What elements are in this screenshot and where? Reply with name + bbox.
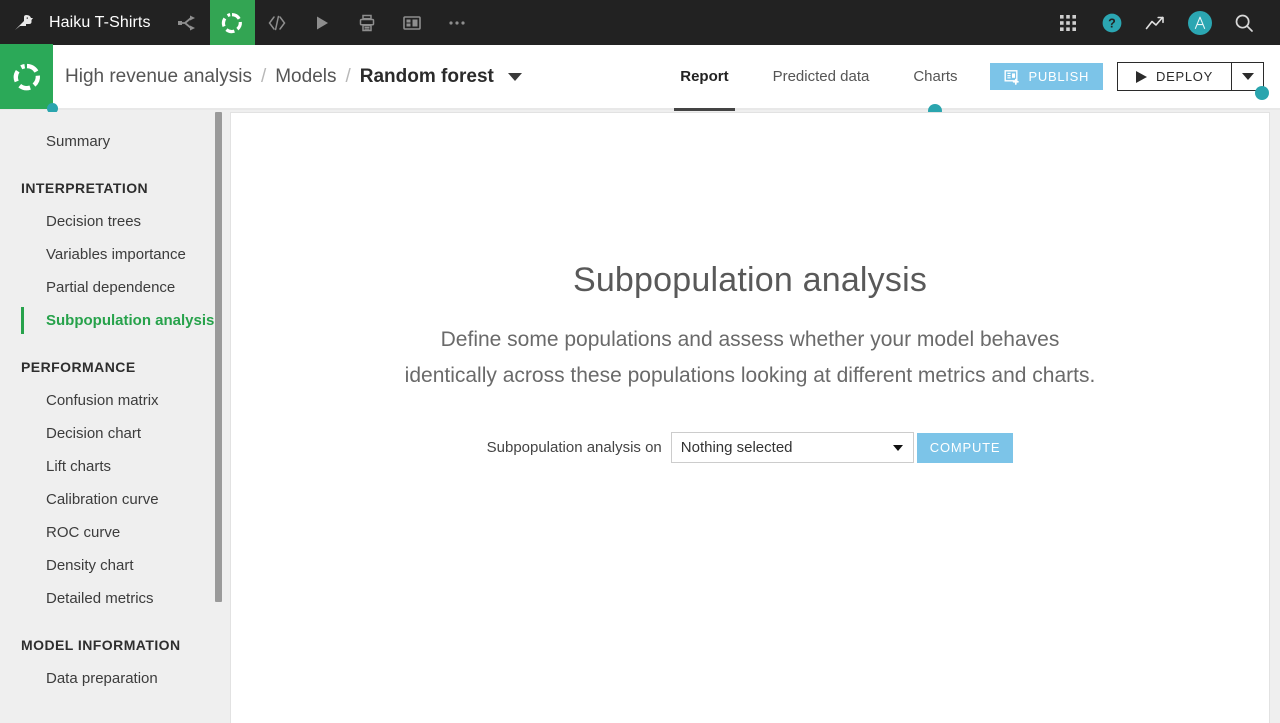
sidebar-item-detailed-metrics[interactable]: Detailed metrics	[0, 582, 215, 615]
tab-predicted-data-label: Predicted data	[772, 68, 870, 85]
project-name[interactable]: Haiku T-Shirts	[45, 14, 165, 32]
sidebar-section-interpretation: INTERPRETATION	[21, 180, 149, 196]
sidebar-item-confusion-matrix[interactable]: Confusion matrix	[0, 384, 215, 417]
compute-button[interactable]: COMPUTE	[916, 432, 1014, 463]
publish-button[interactable]: PUBLISH	[989, 63, 1104, 90]
lab-icon[interactable]	[209, 0, 255, 45]
sidebar-item-label: Partial dependence	[46, 279, 176, 296]
breadcrumb-project[interactable]: High revenue analysis	[65, 66, 252, 88]
avatar-circle	[1188, 10, 1212, 35]
sidebar-item-decision-trees[interactable]: Decision trees	[0, 205, 215, 238]
subpopulation-form: Subpopulation analysis on Nothing select…	[231, 432, 1269, 464]
sidebar-section-model-information: MODEL INFORMATION	[21, 637, 181, 653]
page-description: Define some populations and assess wheth…	[404, 328, 1096, 388]
play-icon	[1136, 70, 1148, 83]
breadcrumb-current: Random forest	[359, 65, 494, 87]
sidebar-item-lift-charts[interactable]: Lift charts	[0, 450, 215, 483]
search-icon[interactable]	[1222, 0, 1266, 45]
sidebar-item-label: Decision trees	[46, 213, 142, 230]
flow-icon[interactable]	[165, 0, 210, 45]
automation-icon[interactable]	[345, 0, 390, 45]
chevron-down-icon	[1241, 73, 1254, 80]
dss-circle-icon[interactable]	[0, 44, 58, 114]
deploy-button-group: DEPLOY	[1117, 62, 1269, 100]
tab-predicted-data[interactable]: Predicted data	[751, 44, 892, 109]
sidebar-item-summary[interactable]: Summary	[0, 125, 215, 158]
subpopulation-select-value: Nothing selected	[680, 439, 793, 457]
breadcrumb-models[interactable]: Models	[275, 66, 336, 88]
sidebar-item-variables-importance[interactable]: Variables importance	[0, 238, 215, 271]
sidebar-item-label: Lift charts	[46, 458, 112, 475]
topbar-left-group: Haiku T-Shirts	[0, 0, 480, 45]
sidebar-scrollbar-thumb[interactable]	[215, 112, 222, 602]
sidebar-item-label: Summary	[46, 133, 111, 150]
bird-logo-icon[interactable]	[0, 0, 45, 45]
subpopulation-hero: Subpopulation analysis Define some popul…	[231, 113, 1269, 464]
breadcrumb-bar: High revenue analysis / Models / Random …	[0, 44, 1280, 118]
sidebar-item-data-preparation[interactable]: Data preparation	[0, 662, 215, 695]
sidebar-item-label: Confusion matrix	[46, 392, 159, 409]
page-title: Subpopulation analysis	[572, 261, 928, 299]
apps-grid-icon[interactable]	[1046, 0, 1090, 45]
sidebar-item-calibration-curve[interactable]: Calibration curve	[0, 483, 215, 516]
sidebar-item-decision-chart[interactable]: Decision chart	[0, 417, 215, 450]
activity-icon[interactable]	[1134, 0, 1178, 45]
breadcrumb-separator-2: /	[345, 65, 351, 87]
svg-text:?: ?	[1108, 16, 1116, 30]
help-icon[interactable]: ?	[1090, 0, 1134, 45]
subpopulation-select-wrap: Nothing selected	[670, 432, 914, 464]
code-icon[interactable]	[255, 0, 300, 45]
sidebar-item-subpopulation-analysis[interactable]: Subpopulation analysis	[0, 304, 215, 337]
deploy-label: DEPLOY	[1156, 69, 1213, 84]
tab-charts[interactable]: Charts	[891, 44, 979, 118]
chevron-down-icon[interactable]	[507, 72, 522, 81]
topbar-right-group: ?	[1046, 0, 1280, 45]
tab-charts-label: Charts	[913, 68, 958, 85]
breadcrumb: High revenue analysis / Models / Random …	[53, 66, 522, 88]
sidebar-item-label: Calibration curve	[46, 491, 159, 508]
sidebar-item-roc-curve[interactable]: ROC curve	[0, 516, 215, 549]
avatar[interactable]	[1178, 0, 1222, 45]
sidebar-item-label: Detailed metrics	[46, 590, 154, 607]
tab-report[interactable]: Report	[658, 44, 750, 111]
sidebar-item-partial-dependence[interactable]: Partial dependence	[0, 271, 215, 304]
sidebar-item-label: ROC curve	[46, 524, 121, 541]
deploy-status-dot	[1255, 86, 1269, 100]
top-navigation-bar: Haiku T-Shirts ?	[0, 0, 1280, 45]
subpopulation-select-label: Subpopulation analysis on	[486, 439, 662, 457]
deploy-button[interactable]: DEPLOY	[1118, 63, 1231, 90]
sidebar-item-label: Data preparation	[46, 670, 158, 687]
main-content-panel: Subpopulation analysis Define some popul…	[230, 112, 1270, 723]
sidebar-item-label: Density chart	[46, 557, 134, 574]
sidebar-item-label: Variables importance	[46, 246, 186, 263]
sidebar-item-label: Subpopulation analysis	[46, 312, 215, 329]
model-tabs: Report Predicted data Charts	[658, 44, 979, 118]
jobs-icon[interactable]	[300, 0, 345, 45]
sidebar-section-performance: PERFORMANCE	[21, 359, 136, 375]
tab-report-label: Report	[680, 68, 729, 85]
publish-label: PUBLISH	[1028, 69, 1090, 84]
sidebar-item-label: Decision chart	[46, 425, 142, 442]
sidebar-item-density-chart[interactable]: Density chart	[0, 549, 215, 582]
model-sidebar: Summary INTERPRETATION Decision trees Va…	[0, 112, 215, 723]
more-icon[interactable]	[435, 0, 480, 45]
subpopulation-select[interactable]: Nothing selected	[670, 432, 914, 464]
breadcrumb-separator-1: /	[260, 65, 267, 87]
dashboard-icon[interactable]	[390, 0, 435, 45]
publish-icon	[1004, 69, 1020, 85]
